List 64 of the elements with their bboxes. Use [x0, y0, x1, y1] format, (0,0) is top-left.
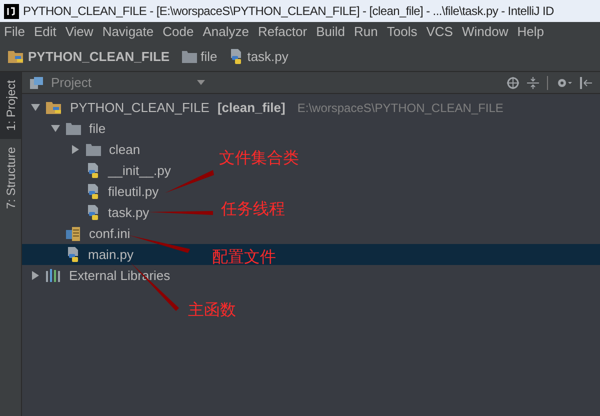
library-icon — [46, 269, 61, 282]
expanded-arrow-icon[interactable] — [50, 124, 60, 133]
tree-row[interactable]: clean — [22, 139, 144, 160]
menu-item[interactable]: Run — [354, 22, 378, 42]
folder-icon — [86, 143, 101, 156]
menu-item[interactable]: File — [4, 22, 25, 42]
annotation-label: 任务线程 — [221, 198, 285, 220]
python-file-icon — [86, 204, 100, 220]
tree-label: fileutil.py — [108, 182, 159, 201]
collapsed-arrow-icon[interactable] — [70, 145, 80, 154]
tree-label: conf.ini — [89, 224, 130, 243]
tree-label: file — [89, 120, 106, 138]
breadcrumb-item[interactable]: PYTHON_CLEAN_FILE — [8, 46, 178, 66]
menu-item[interactable]: Tools — [386, 22, 418, 42]
settings-icon[interactable] — [556, 76, 572, 88]
tree-label: main.py — [88, 246, 134, 264]
annotation-label: 文件集合类 — [219, 147, 299, 169]
folder-icon — [66, 122, 81, 135]
menu-item[interactable]: Navigate — [102, 22, 154, 42]
expanded-arrow-icon[interactable] — [30, 103, 40, 112]
menu-item[interactable]: View — [65, 22, 94, 42]
side-tab[interactable]: 1: Project — [0, 72, 21, 139]
breadcrumb-item[interactable]: file — [182, 46, 226, 66]
panel-title: Project — [51, 74, 92, 92]
tree-row[interactable]: PYTHON_CLEAN_FILE [clean_file] E:\worspaceS\PYTHON_CLEAN_FILE — [22, 97, 508, 118]
tree-row[interactable]: __init__.py — [22, 160, 175, 181]
tree-label: task.py — [108, 204, 150, 222]
annotation-label: 配置文件 — [212, 246, 276, 268]
collapsed-arrow-icon[interactable] — [30, 271, 40, 280]
tree-label: __init__.py — [108, 162, 171, 180]
python-file-icon — [86, 184, 100, 200]
tree-row[interactable]: task.py — [22, 202, 154, 223]
annotation-label: 主函数 — [188, 299, 236, 321]
menu-item[interactable]: Build — [316, 22, 346, 42]
python-file-icon — [229, 48, 244, 64]
side-tab[interactable]: 7: Structure — [0, 138, 21, 217]
menu-item[interactable]: Help — [517, 22, 544, 42]
project-folder-icon — [8, 50, 24, 64]
menu-item[interactable]: VCS — [426, 22, 453, 42]
tree-row[interactable]: fileutil.py — [22, 181, 163, 202]
menu-item[interactable]: Refactor — [258, 22, 308, 42]
app-logo-icon — [4, 4, 19, 18]
menu-item[interactable]: Code — [162, 22, 194, 42]
tree-label: clean — [109, 140, 140, 159]
collapse-all-icon[interactable] — [527, 76, 539, 88]
window-title: PYTHON_CLEAN_FILE - [E:\worspaceS\PYTHON_CLEAN_FILE] - [clean_file] - ...\file\task.py - IntelliJ ID — [23, 3, 554, 20]
menu-item[interactable]: Analyze — [202, 22, 249, 42]
python-file-icon — [66, 246, 80, 262]
locate-icon[interactable] — [507, 76, 519, 88]
dropdown-caret-icon[interactable] — [197, 80, 206, 85]
hide-panel-icon[interactable] — [580, 76, 592, 88]
project-folder-icon — [46, 100, 62, 114]
tree-label: PYTHON_CLEAN_FILE — [70, 98, 210, 117]
breadcrumb-item[interactable]: task.py — [229, 46, 296, 66]
config-file-icon — [66, 226, 81, 240]
tree-row[interactable]: file — [22, 118, 110, 139]
project-path: E:\worspaceS\PYTHON_CLEAN_FILE — [297, 100, 504, 116]
tree-row[interactable]: conf.ini — [22, 223, 134, 244]
module-name: [clean_file] — [217, 98, 286, 117]
menu-item[interactable]: Edit — [34, 22, 56, 42]
menu-item[interactable]: Window — [462, 22, 508, 42]
python-file-icon — [86, 162, 100, 178]
folder-icon — [182, 50, 197, 63]
project-icon — [30, 76, 43, 88]
